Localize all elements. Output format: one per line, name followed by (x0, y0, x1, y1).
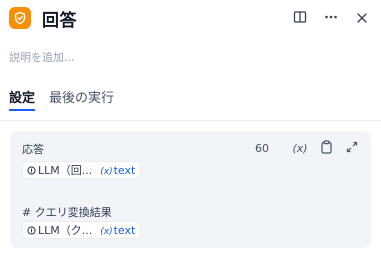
book-button[interactable] (289, 7, 311, 29)
tab-bar: 設定 最後の実行 (9, 89, 128, 111)
more-button[interactable] (320, 7, 342, 29)
close-icon (356, 9, 368, 28)
clipboard-icon (320, 139, 333, 157)
variable-chip[interactable]: LLM（ク... (x)text (22, 221, 142, 239)
tab-last-run[interactable]: 最後の実行 (49, 89, 114, 111)
expand-icon (346, 141, 358, 156)
llm-node-icon (27, 225, 36, 235)
chip-node-name: LLM（回... (38, 164, 93, 177)
expand-button[interactable] (343, 139, 361, 157)
chip-variable: (x)text (100, 164, 135, 177)
char-count: 60 (255, 141, 269, 155)
chip-node-name: LLM（ク... (38, 224, 93, 237)
chip-variable-name: text (113, 223, 136, 237)
variable-icon: (x) (100, 226, 113, 237)
book-icon (293, 9, 307, 28)
query-result-label: # クエリ変換結果 (22, 206, 112, 219)
answer-shield-icon (9, 7, 31, 29)
tab-settings[interactable]: 設定 (9, 89, 36, 111)
variable-chip[interactable]: LLM（回... (x)text (22, 161, 142, 179)
panel-title[interactable]: 回答 (42, 6, 77, 31)
answer-node-panel: 回答 説明を追加... 設定 最後の実行 応答 60 (x) LLM（回... … (0, 0, 381, 256)
description-input[interactable]: 説明を追加... (9, 49, 75, 65)
card-actions: 60 (x) (255, 139, 361, 157)
chip-variable-name: text (113, 163, 136, 177)
panel-header: 回答 (9, 6, 373, 31)
answer-label: 応答 (22, 143, 44, 156)
answer-editor-card[interactable]: 応答 60 (x) LLM（回... (x)text # クエリ変換結果 LLM… (10, 131, 371, 248)
copy-button[interactable] (317, 139, 335, 157)
more-dots-icon (324, 9, 338, 28)
insert-variable-button[interactable]: (x) (291, 139, 309, 157)
chip-variable: (x)text (100, 224, 135, 237)
close-button[interactable] (351, 7, 373, 29)
llm-node-icon (27, 165, 36, 175)
header-actions (280, 7, 373, 29)
variable-icon: (x) (100, 166, 113, 177)
tabs-divider (0, 120, 381, 121)
variable-insert-icon: (x) (292, 141, 308, 155)
